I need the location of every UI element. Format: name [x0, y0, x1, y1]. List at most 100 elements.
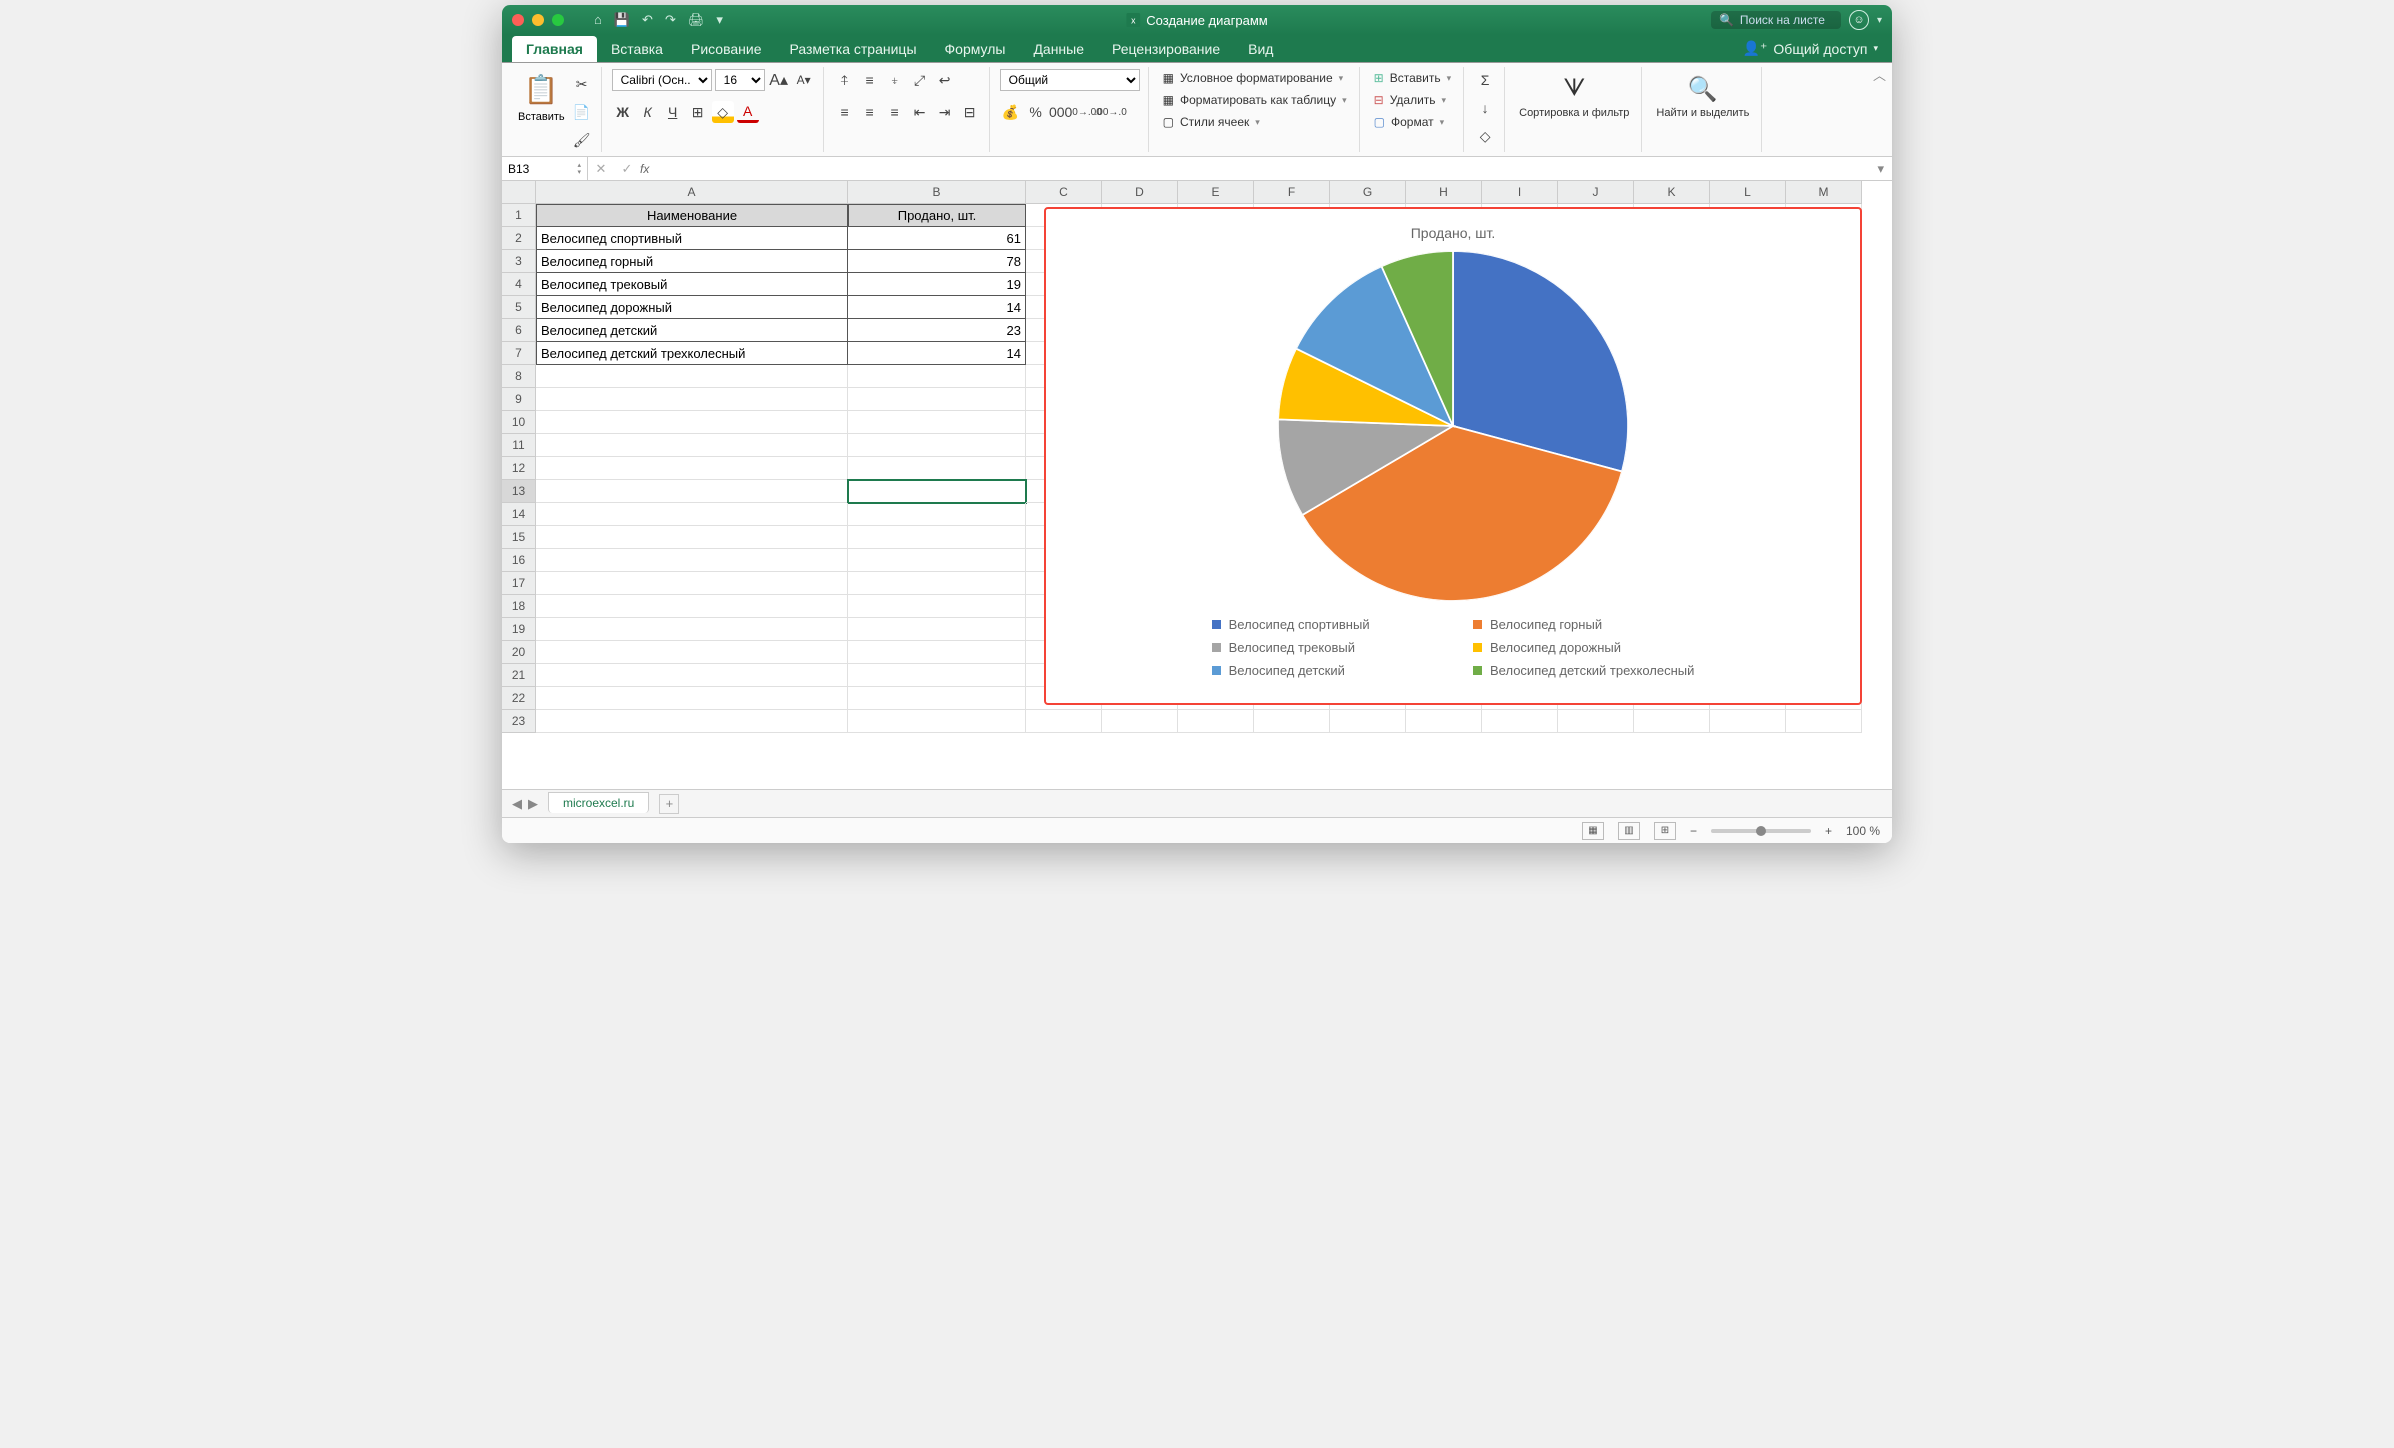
cell[interactable]	[848, 710, 1026, 733]
cell[interactable]	[848, 526, 1026, 549]
cell[interactable]	[1634, 710, 1710, 733]
fill-color-icon[interactable]: ◇	[712, 101, 734, 123]
currency-icon[interactable]: 💰	[1000, 101, 1022, 123]
decrease-font-icon[interactable]: A▾	[793, 69, 815, 91]
column-header[interactable]: A	[536, 181, 848, 204]
cell[interactable]	[848, 618, 1026, 641]
cell[interactable]: Наименование	[536, 204, 848, 227]
cell[interactable]	[536, 503, 848, 526]
italic-button[interactable]: К	[637, 101, 659, 123]
cell[interactable]	[848, 434, 1026, 457]
maximize-window-button[interactable]	[552, 14, 564, 26]
cell[interactable]	[1178, 710, 1254, 733]
align-middle-icon[interactable]: ≡	[859, 69, 881, 91]
cell[interactable]: 14	[848, 296, 1026, 319]
cell[interactable]: Продано, шт.	[848, 204, 1026, 227]
row-header[interactable]: 20	[502, 641, 536, 664]
cell[interactable]	[536, 710, 848, 733]
autosum-icon[interactable]: Σ	[1474, 69, 1496, 91]
row-header[interactable]: 18	[502, 595, 536, 618]
cell[interactable]: 23	[848, 319, 1026, 342]
cell[interactable]	[536, 572, 848, 595]
share-button[interactable]: 👤⁺ Общий доступ ▾	[1729, 35, 1892, 62]
cell[interactable]: 14	[848, 342, 1026, 365]
tab-formulas[interactable]: Формулы	[931, 36, 1020, 62]
comma-icon[interactable]: 000	[1050, 101, 1072, 123]
cell[interactable]	[536, 618, 848, 641]
column-header[interactable]: F	[1254, 181, 1330, 204]
user-dropdown-icon[interactable]: ▾	[1877, 15, 1882, 26]
tab-insert[interactable]: Вставка	[597, 36, 677, 62]
column-header[interactable]: H	[1406, 181, 1482, 204]
tab-data[interactable]: Данные	[1019, 36, 1098, 62]
search-input[interactable]: 🔍 Поиск на листе	[1711, 11, 1841, 29]
minimize-window-button[interactable]	[532, 14, 544, 26]
cell[interactable]	[536, 457, 848, 480]
row-header[interactable]: 7	[502, 342, 536, 365]
cell[interactable]	[536, 480, 848, 503]
cell[interactable]	[1482, 710, 1558, 733]
page-break-view-icon[interactable]: ⊞	[1654, 822, 1676, 840]
row-header[interactable]: 23	[502, 710, 536, 733]
cell[interactable]	[848, 641, 1026, 664]
page-layout-view-icon[interactable]: ▥	[1618, 822, 1640, 840]
collapse-ribbon-icon[interactable]: ︿	[1873, 65, 1886, 84]
cell[interactable]	[848, 388, 1026, 411]
clear-icon[interactable]: ◇	[1474, 125, 1496, 147]
find-select-button[interactable]: 🔍 Найти и выделить	[1652, 69, 1753, 123]
decrease-indent-icon[interactable]: ⇤	[909, 101, 931, 123]
cell[interactable]	[1026, 710, 1102, 733]
increase-font-icon[interactable]: A▴	[768, 69, 790, 91]
cell[interactable]	[848, 572, 1026, 595]
tab-view[interactable]: Вид	[1234, 36, 1287, 62]
cell[interactable]	[848, 503, 1026, 526]
cell[interactable]	[536, 526, 848, 549]
cell[interactable]: 78	[848, 250, 1026, 273]
cell[interactable]	[536, 365, 848, 388]
column-header[interactable]: B	[848, 181, 1026, 204]
save-icon[interactable]: 💾	[614, 12, 630, 28]
align-bottom-icon[interactable]: ⍖	[884, 69, 906, 91]
align-left-icon[interactable]: ≡	[834, 101, 856, 123]
cell[interactable]	[536, 549, 848, 572]
align-center-icon[interactable]: ≡	[859, 101, 881, 123]
cell[interactable]	[848, 549, 1026, 572]
row-header[interactable]: 22	[502, 687, 536, 710]
row-header[interactable]: 17	[502, 572, 536, 595]
cell-styles-button[interactable]: ▢Стили ячеек▾	[1159, 113, 1351, 131]
cell[interactable]	[1786, 710, 1862, 733]
normal-view-icon[interactable]: ▦	[1582, 822, 1604, 840]
column-header[interactable]: G	[1330, 181, 1406, 204]
row-header[interactable]: 2	[502, 227, 536, 250]
row-header[interactable]: 14	[502, 503, 536, 526]
border-icon[interactable]: ⊞	[687, 101, 709, 123]
merge-icon[interactable]: ⊟	[959, 101, 981, 123]
row-header[interactable]: 21	[502, 664, 536, 687]
zoom-out-icon[interactable]: −	[1690, 824, 1697, 838]
sort-filter-button[interactable]: ᗐ Сортировка и фильтр	[1515, 69, 1633, 123]
cell[interactable]	[1330, 710, 1406, 733]
add-sheet-button[interactable]: +	[659, 794, 679, 814]
paste-icon[interactable]: 📋	[524, 69, 558, 109]
decrease-decimal-icon[interactable]: .00→.0	[1100, 101, 1122, 123]
zoom-in-icon[interactable]: +	[1825, 824, 1832, 838]
cell[interactable]: Велосипед детский	[536, 319, 848, 342]
zoom-level[interactable]: 100 %	[1846, 824, 1880, 838]
expand-formula-bar-icon[interactable]: ▾	[1869, 157, 1892, 180]
number-format-select[interactable]: Общий	[1000, 69, 1140, 91]
row-header[interactable]: 1	[502, 204, 536, 227]
cell[interactable]: 61	[848, 227, 1026, 250]
row-header[interactable]: 9	[502, 388, 536, 411]
sheet-tab[interactable]: microexcel.ru	[548, 792, 649, 813]
insert-cells-button[interactable]: ⊞Вставить▾	[1370, 69, 1455, 87]
cell[interactable]	[536, 595, 848, 618]
tab-layout[interactable]: Разметка страницы	[776, 36, 931, 62]
cell[interactable]	[848, 480, 1026, 503]
row-header[interactable]: 6	[502, 319, 536, 342]
fx-icon[interactable]: fx	[640, 162, 670, 176]
tab-draw[interactable]: Рисование	[677, 36, 776, 62]
row-header[interactable]: 8	[502, 365, 536, 388]
close-window-button[interactable]	[512, 14, 524, 26]
cell[interactable]: Велосипед спортивный	[536, 227, 848, 250]
cell[interactable]: Велосипед горный	[536, 250, 848, 273]
